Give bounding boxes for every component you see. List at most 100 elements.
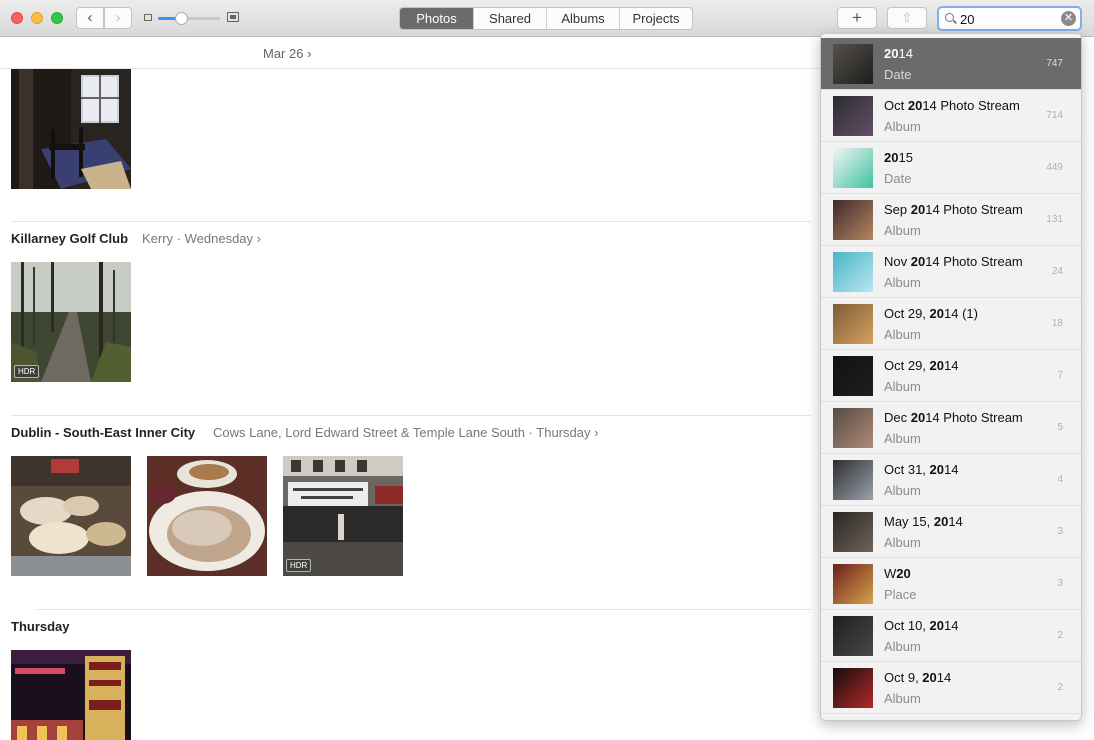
toolbar: ‹ › Photos Shared Albums Projects + ⇧ ✕ [0,0,1094,37]
photo-thumbnail[interactable] [11,456,131,576]
search-result-item[interactable]: Sep 2014 Photo Stream Album 131 [821,194,1081,246]
view-tabs: Photos Shared Albums Projects [399,7,693,30]
result-title-prefix: May 15, [884,514,934,529]
hdr-badge: HDR [286,559,312,572]
zoom-window-button[interactable] [51,12,63,24]
photo-thumbnail[interactable]: HDR [11,262,131,382]
result-title-suffix: 14 [944,462,959,477]
search-icon [945,13,954,22]
search-result-item[interactable]: 2014 Date 747 [821,38,1081,90]
photo-thumbnail[interactable]: HDR [283,456,403,576]
search-result-item[interactable]: Oct 29, 2014 (1) Album 18 [821,298,1081,350]
photo-thumbnail[interactable] [11,69,131,189]
result-title: Oct 29, 2014 (1) [884,306,978,321]
result-title-suffix: 15 [898,150,913,165]
close-window-button[interactable] [11,12,23,24]
result-thumbnail [833,408,873,448]
result-title-suffix: 14 (1) [944,306,978,321]
photo-thumbnail[interactable] [11,650,131,740]
result-title-prefix: Oct 29, [884,358,930,373]
photo-street-sign [283,456,403,576]
result-count: 5 [1057,422,1063,433]
search-result-item[interactable]: Oct 31, 2014 Album 4 [821,454,1081,506]
share-button[interactable]: ⇧ [887,7,927,29]
clear-search-button[interactable]: ✕ [1061,11,1076,26]
result-title-prefix: Oct 29, [884,306,930,321]
result-title-match: 20 [929,462,944,477]
result-title-prefix: Oct 9, [884,670,923,685]
result-thumbnail [833,356,873,396]
forward-button[interactable]: › [104,7,132,29]
tab-projects[interactable]: Projects [619,8,692,29]
result-title-prefix: Oct [884,98,908,113]
result-kind: Album [884,691,921,706]
photo-thumbnail[interactable] [147,456,267,576]
result-thumbnail [833,460,873,500]
tab-photos[interactable]: Photos [400,8,473,29]
section-subtitle-link[interactable]: Cows Lane, Lord Edward Street & Temple L… [213,425,598,440]
add-button[interactable]: + [837,7,877,29]
result-title-suffix: 14 [936,670,952,685]
result-title: Oct 9, 2014 [884,670,951,685]
result-thumbnail [833,616,873,656]
result-title: 2014 [884,46,913,61]
result-thumbnail [833,564,873,604]
search-result-item[interactable]: Dec 2014 Photo Stream Album 5 [821,402,1081,454]
result-kind: Album [884,223,921,238]
result-title: Oct 2014 Photo Stream [884,98,1020,113]
result-count: 7 [1057,370,1063,381]
search-result-item[interactable]: May 15, 2014 Album 3 [821,506,1081,558]
result-title-suffix: 14 Photo Stream [925,202,1023,217]
search-result-item[interactable]: Oct 2014 Photo Stream Album 714 [821,90,1081,142]
result-title-suffix: 14 [944,618,959,633]
result-title: Oct 31, 2014 [884,462,958,477]
result-title: Nov 2014 Photo Stream [884,254,1023,269]
result-kind: Date [884,67,912,82]
result-title-suffix: 14 Photo Stream [922,98,1020,113]
result-title-suffix: 14 Photo Stream [925,254,1023,269]
result-title-prefix: Nov [884,254,911,269]
result-title-match: 20 [910,410,926,425]
result-thumbnail [833,148,873,188]
result-count: 2 [1057,630,1063,641]
tab-albums[interactable]: Albums [546,8,619,29]
result-title: Oct 10, 2014 [884,618,958,633]
plus-icon: + [852,8,862,27]
result-kind: Place [884,587,917,602]
result-count: 449 [1046,162,1063,173]
section-subtitle-link[interactable]: Kerry · Wednesday › [142,231,261,246]
result-thumbnail [833,200,873,240]
minimize-window-button[interactable] [31,12,43,24]
photo-pub-night [11,650,131,740]
section-title: Killarney Golf Club [11,231,129,246]
result-title: W20 [884,566,911,581]
search-result-item[interactable]: Oct 29, 2014 Album 7 [821,350,1081,402]
search-input[interactable] [960,10,1055,28]
large-thumbnail-icon [227,12,239,22]
result-count: 747 [1046,58,1063,69]
result-title-match: 20 [929,306,944,321]
result-count: 3 [1057,578,1063,589]
zoom-slider-knob[interactable] [174,12,188,25]
result-title-prefix: W [884,566,897,581]
search-result-item[interactable]: W20 Place 3 [821,558,1081,610]
result-title-match: 20 [910,254,926,269]
result-title-suffix: 14 [944,358,959,373]
search-result-item[interactable]: Nov 2014 Photo Stream Album 24 [821,246,1081,298]
search-result-item[interactable]: Oct 10, 2014 Album 2 [821,610,1081,662]
date-header: Mar 26 › [0,38,820,69]
photo-library: Mar 26 › Killarney Golf Club Kerry · Wed… [0,38,820,740]
search-result-item[interactable]: 2015 Date 449 [821,142,1081,194]
chevron-right-icon: › [115,9,121,26]
result-count: 18 [1051,318,1063,329]
search-result-item[interactable]: Oct 9, 2014 Album 2 [821,662,1081,714]
date-header-link[interactable]: Mar 26 › [263,46,311,61]
back-button[interactable]: ‹ [76,7,104,29]
photo-chair-window [11,69,131,189]
result-kind: Date [884,171,912,186]
result-thumbnail [833,512,873,552]
result-kind: Album [884,119,921,134]
search-field[interactable]: ✕ [937,6,1082,31]
zoom-slider[interactable] [158,12,220,25]
tab-shared[interactable]: Shared [473,8,546,29]
